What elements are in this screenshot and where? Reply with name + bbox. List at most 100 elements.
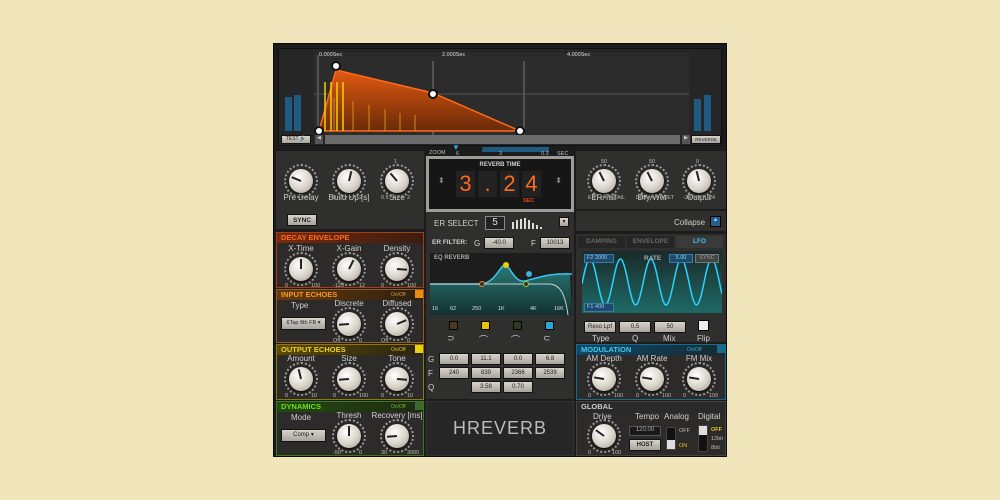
q-field[interactable]: 0.5 bbox=[619, 321, 651, 333]
eq-band-2-toggle[interactable] bbox=[481, 321, 490, 330]
build-up-max: 2 bbox=[359, 195, 363, 201]
drive-min: 0 bbox=[588, 450, 592, 456]
tempo-field[interactable]: 120.00 bbox=[629, 426, 661, 436]
echo-type-dropdown[interactable]: 6Tap 8th FB ▾ bbox=[281, 317, 326, 330]
host-button[interactable]: HOST bbox=[629, 439, 661, 451]
type-caption: Type bbox=[592, 334, 610, 343]
fm-mix-knob[interactable] bbox=[682, 362, 716, 396]
high-shelf-icon[interactable]: ⊂ bbox=[543, 333, 551, 344]
er-filter-gain-field[interactable]: -40.0 bbox=[484, 237, 514, 249]
mix-caption: Mix bbox=[663, 334, 676, 343]
diffused-max: 0 bbox=[407, 338, 411, 344]
density-knob[interactable] bbox=[380, 252, 414, 286]
f1-value: 400 bbox=[594, 304, 605, 310]
output-min: -24 bbox=[683, 195, 691, 201]
digital-switch[interactable] bbox=[698, 425, 708, 452]
reverse-button[interactable]: REVERSE bbox=[691, 135, 721, 144]
meter-right-out bbox=[704, 95, 711, 131]
am-depth-knob[interactable] bbox=[587, 362, 621, 396]
reverb-time-left-stepper-icon[interactable]: ⬍ bbox=[438, 176, 445, 185]
build-up-knob[interactable] bbox=[332, 164, 366, 198]
g-row-label: G bbox=[428, 355, 435, 364]
tab-envelope[interactable]: ENVELOPE bbox=[627, 236, 674, 248]
envelope-graph[interactable] bbox=[314, 53, 689, 135]
x-time-knob[interactable] bbox=[284, 252, 318, 286]
dynamics-onoff-label: On/Off bbox=[391, 404, 406, 410]
peak-icon[interactable]: ⌒ bbox=[479, 333, 488, 346]
density-min: 0 bbox=[381, 283, 385, 289]
mode-dropdown[interactable]: Comp ▾ bbox=[281, 429, 326, 442]
digital-off-label: OFF bbox=[711, 427, 722, 433]
input-echoes-toggle[interactable] bbox=[415, 290, 423, 298]
recovery-knob[interactable] bbox=[380, 419, 414, 453]
eq-f-field[interactable]: 2366 bbox=[503, 367, 533, 379]
er-select-value[interactable]: 5 bbox=[485, 216, 505, 230]
global-header: GLOBAL bbox=[577, 402, 725, 412]
er-tail-knob[interactable] bbox=[587, 164, 621, 198]
lfo-f1-field[interactable]: F1 400 bbox=[584, 303, 614, 312]
tab-damping[interactable]: DAMPING bbox=[578, 236, 625, 248]
lfo-sync-button[interactable]: SYNC bbox=[695, 254, 719, 263]
scroll-right-icon[interactable]: ▶ bbox=[682, 135, 690, 144]
reverb-time-unit: SEC bbox=[523, 198, 535, 204]
drive-knob[interactable] bbox=[587, 419, 621, 453]
modulation-toggle[interactable] bbox=[717, 345, 725, 353]
thresh-knob[interactable] bbox=[332, 419, 366, 453]
echo-size-knob[interactable] bbox=[332, 362, 366, 396]
eq-band-3-toggle[interactable] bbox=[513, 321, 522, 330]
eq-band-4-toggle[interactable] bbox=[545, 321, 554, 330]
eq-freq-label: 62 bbox=[450, 306, 457, 312]
meter-left-in bbox=[285, 97, 292, 131]
eq-g-field[interactable]: 11.1 bbox=[471, 353, 501, 365]
dry-wet-knob[interactable] bbox=[635, 164, 669, 198]
scroll-left-icon[interactable]: ◀ bbox=[315, 135, 323, 144]
recovery-min: 30 bbox=[381, 450, 388, 456]
eq-g-field[interactable]: 0.0 bbox=[503, 353, 533, 365]
pre-delay-knob[interactable] bbox=[284, 164, 318, 198]
flip-caption: Flip bbox=[697, 334, 710, 343]
output-knob[interactable] bbox=[682, 164, 716, 198]
density-max: 100 bbox=[407, 283, 417, 289]
eq-f-field[interactable]: 240 bbox=[439, 367, 469, 379]
size-knob[interactable] bbox=[380, 164, 414, 198]
f-row-label: F bbox=[428, 369, 433, 378]
eq-band-1-toggle[interactable] bbox=[449, 321, 458, 330]
tone-min: 0 bbox=[381, 393, 385, 399]
er-select-dropdown-icon[interactable]: ▾ bbox=[559, 217, 569, 227]
amount-knob[interactable] bbox=[284, 362, 318, 396]
tab-lfo[interactable]: LFO bbox=[676, 236, 723, 248]
lfo-rate-field[interactable]: 5.00 bbox=[669, 254, 693, 263]
tone-knob[interactable] bbox=[380, 362, 414, 396]
eq-q-field[interactable]: 3.58 bbox=[471, 381, 501, 393]
reverb-time-digits[interactable]: 3 . 2 4 bbox=[456, 171, 541, 197]
x-gain-max: 12 bbox=[359, 283, 366, 289]
time-scrollbar[interactable] bbox=[325, 135, 680, 144]
lfo-f2-field[interactable]: F2 2000 bbox=[584, 254, 614, 263]
low-shelf-icon[interactable]: ⊃ bbox=[447, 333, 455, 344]
eq-g-field[interactable]: 6.8 bbox=[535, 353, 565, 365]
analog-on-label: ON bbox=[679, 443, 688, 449]
x-gain-knob[interactable] bbox=[332, 252, 366, 286]
dynamics-toggle[interactable] bbox=[415, 402, 423, 410]
test-button[interactable]: TEST 🔊 bbox=[281, 135, 311, 144]
eq-f-field[interactable]: 2539 bbox=[535, 367, 565, 379]
eq-f-field[interactable]: 839 bbox=[471, 367, 501, 379]
analog-switch[interactable] bbox=[666, 427, 676, 450]
digit: 2 bbox=[500, 171, 519, 197]
reverb-time-right-stepper-icon[interactable]: ⬍ bbox=[555, 176, 562, 185]
er-filter-freq-field[interactable]: 10013 bbox=[540, 237, 570, 249]
eq-g-field[interactable]: 0.0 bbox=[439, 353, 469, 365]
eq-q-field[interactable]: 0.70 bbox=[503, 381, 533, 393]
output-echoes-toggle[interactable] bbox=[415, 345, 423, 353]
dry-wet-min: DRY bbox=[636, 195, 648, 201]
filter-type-button[interactable]: Reso Lpf bbox=[584, 321, 616, 333]
mix-field[interactable]: 50 bbox=[654, 321, 686, 333]
collapse-button[interactable]: ▲ bbox=[710, 216, 721, 227]
discrete-knob[interactable] bbox=[332, 307, 366, 341]
sync-button[interactable]: SYNC bbox=[287, 214, 317, 226]
er-filter-g-label: G bbox=[474, 239, 481, 248]
am-rate-knob[interactable] bbox=[635, 362, 669, 396]
peak-icon[interactable]: ⌒ bbox=[511, 333, 520, 346]
diffused-knob[interactable] bbox=[380, 307, 414, 341]
flip-toggle[interactable] bbox=[698, 320, 709, 331]
